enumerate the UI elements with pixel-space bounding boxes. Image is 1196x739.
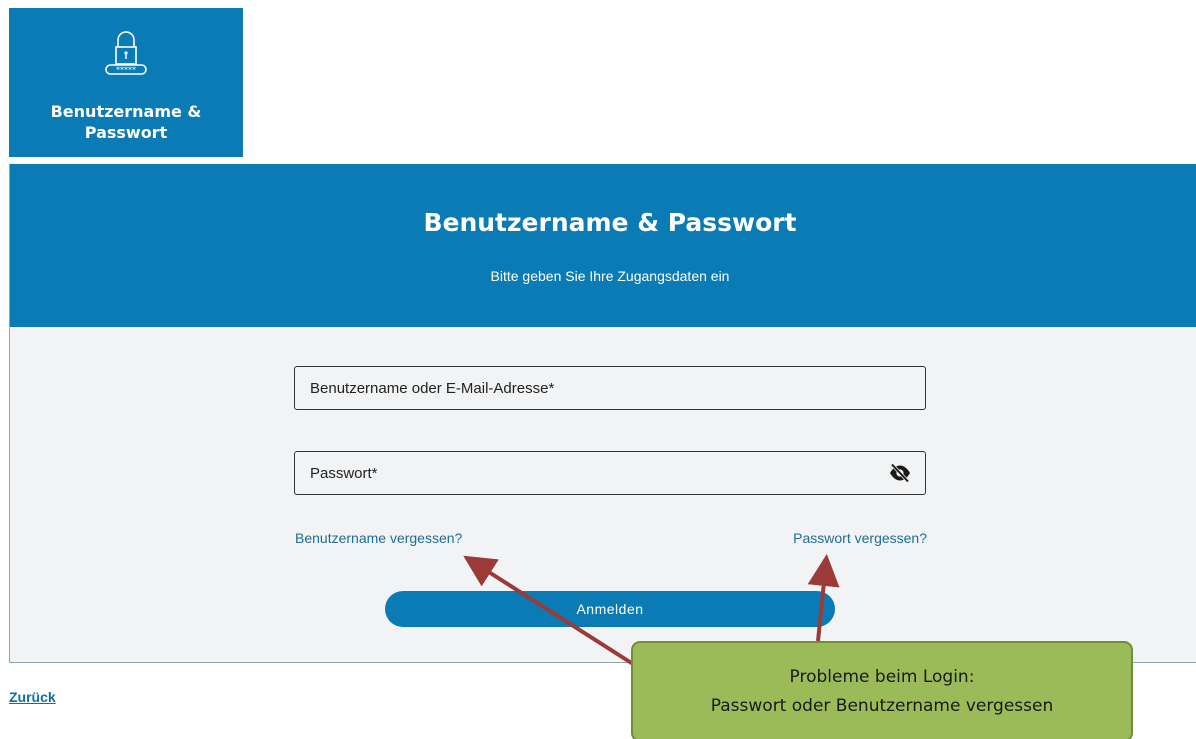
tile-label: Benutzername & Passwort [50, 102, 202, 142]
svg-text:*****: ***** [116, 66, 136, 75]
callout-line-2: Passwort oder Benutzername vergessen [710, 696, 1054, 716]
page: ***** Benutzername & Passwort Benutzerna… [0, 0, 1196, 739]
username-input[interactable] [295, 367, 925, 409]
annotation-callout: Probleme beim Login: Passwort oder Benut… [631, 641, 1133, 739]
forgot-username-link[interactable]: Benutzername vergessen? [295, 530, 462, 546]
login-method-tile[interactable]: ***** Benutzername & Passwort [9, 8, 243, 157]
password-field[interactable] [294, 451, 926, 495]
login-card: Benutzername & Passwort Bitte geben Sie … [9, 164, 1196, 663]
callout-line-1: Probleme beim Login: [789, 667, 975, 687]
back-link[interactable]: Zurück [9, 689, 56, 705]
forgot-password-link[interactable]: Passwort vergessen? [793, 530, 927, 546]
lock-password-icon: ***** [105, 31, 147, 75]
card-header: Benutzername & Passwort Bitte geben Sie … [10, 164, 1196, 327]
card-title: Benutzername & Passwort [423, 208, 797, 237]
login-button[interactable]: Anmelden [385, 591, 835, 627]
eye-slash-icon[interactable] [889, 463, 911, 483]
card-subtitle: Bitte geben Sie Ihre Zugangsdaten ein [490, 268, 730, 284]
username-field[interactable] [294, 366, 926, 410]
password-input[interactable] [295, 452, 925, 494]
